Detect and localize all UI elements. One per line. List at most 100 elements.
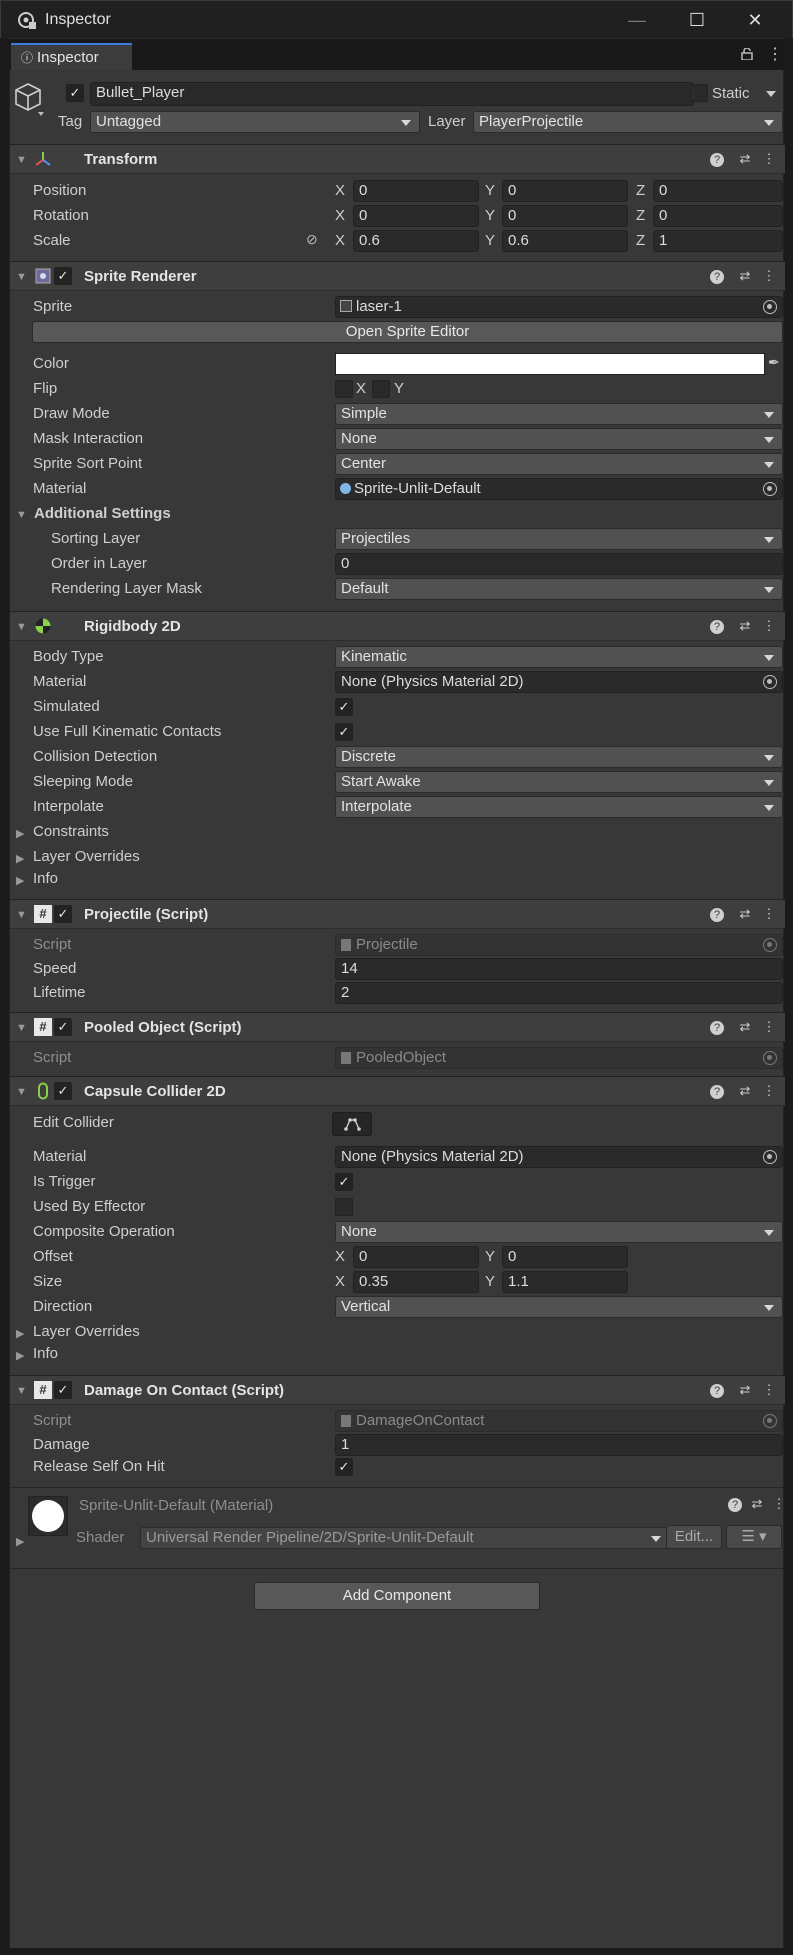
position-z-field[interactable]: 0 bbox=[653, 180, 783, 202]
presets-icon[interactable]: ⇄ bbox=[736, 905, 754, 923]
tag-dropdown[interactable]: Untagged bbox=[90, 111, 420, 133]
foldout-icon[interactable]: ▼ bbox=[16, 509, 27, 521]
static-dropdown-icon[interactable] bbox=[766, 91, 776, 97]
info-label[interactable]: Info bbox=[33, 1345, 58, 1362]
collision-detection-dropdown[interactable]: Discrete bbox=[335, 746, 783, 768]
presets-icon[interactable]: ⇄ bbox=[736, 1381, 754, 1399]
help-icon[interactable]: ? bbox=[710, 270, 724, 284]
foldout-icon[interactable]: ▼ bbox=[16, 154, 27, 166]
edit-collider-button[interactable] bbox=[332, 1112, 372, 1136]
foldout-collapsed-icon[interactable]: ▶ bbox=[16, 874, 24, 887]
layer-overrides-label[interactable]: Layer Overrides bbox=[33, 1323, 140, 1340]
object-picker-icon[interactable] bbox=[763, 1150, 777, 1164]
pooled-object-enabled-checkbox[interactable]: ✓ bbox=[54, 1018, 72, 1036]
maximize-icon[interactable]: ☐ bbox=[679, 7, 715, 33]
sprite-field[interactable]: laser-1 bbox=[335, 296, 783, 318]
color-swatch[interactable] bbox=[335, 353, 765, 375]
projectile-enabled-checkbox[interactable]: ✓ bbox=[54, 905, 72, 923]
scale-x-field[interactable]: 0.6 bbox=[353, 230, 479, 252]
speed-field[interactable]: 14 bbox=[335, 958, 783, 980]
foldout-icon[interactable]: ▼ bbox=[16, 1022, 27, 1034]
shader-options-button[interactable]: ☰ ▾ bbox=[726, 1525, 782, 1549]
object-picker-icon[interactable] bbox=[763, 300, 777, 314]
scale-y-field[interactable]: 0.6 bbox=[502, 230, 628, 252]
layer-overrides-label[interactable]: Layer Overrides bbox=[33, 848, 140, 865]
direction-dropdown[interactable]: Vertical bbox=[335, 1296, 783, 1318]
damage-field[interactable]: 1 bbox=[335, 1434, 783, 1456]
eyedropper-icon[interactable]: ✒ bbox=[768, 354, 780, 371]
scale-z-field[interactable]: 1 bbox=[653, 230, 783, 252]
projectile-header[interactable]: ▼ # ✓ Projectile (Script) ? ⇄ ⋮ bbox=[10, 899, 785, 929]
open-sprite-editor-button[interactable]: Open Sprite Editor bbox=[32, 321, 783, 343]
object-active-checkbox[interactable]: ✓ bbox=[66, 84, 84, 102]
help-icon[interactable]: ? bbox=[710, 1085, 724, 1099]
flip-x-checkbox[interactable] bbox=[335, 380, 353, 398]
tab-inspector[interactable]: ⓘ Inspector bbox=[11, 43, 132, 71]
used-by-effector-checkbox[interactable] bbox=[335, 1198, 353, 1216]
foldout-collapsed-icon[interactable]: ▶ bbox=[16, 1327, 24, 1340]
flip-y-checkbox[interactable] bbox=[372, 380, 390, 398]
presets-icon[interactable]: ⇄ bbox=[736, 150, 754, 168]
rotation-y-field[interactable]: 0 bbox=[502, 205, 628, 227]
position-y-field[interactable]: 0 bbox=[502, 180, 628, 202]
object-name-field[interactable]: Bullet_Player bbox=[90, 82, 694, 106]
lifetime-field[interactable]: 2 bbox=[335, 982, 783, 1004]
foldout-collapsed-icon[interactable]: ▶ bbox=[16, 852, 24, 865]
body-type-dropdown[interactable]: Kinematic bbox=[335, 646, 783, 668]
shader-edit-button[interactable]: Edit... bbox=[666, 1525, 722, 1549]
damage-on-contact-enabled-checkbox[interactable]: ✓ bbox=[54, 1381, 72, 1399]
component-menu-icon[interactable]: ⋮ bbox=[760, 150, 778, 168]
help-icon[interactable]: ? bbox=[710, 908, 724, 922]
sorting-layer-dropdown[interactable]: Projectiles bbox=[335, 528, 783, 550]
foldout-icon[interactable]: ▼ bbox=[16, 1385, 27, 1397]
foldout-icon[interactable]: ▼ bbox=[16, 621, 27, 633]
is-trigger-checkbox[interactable]: ✓ bbox=[335, 1173, 353, 1191]
tab-menu-icon[interactable]: ⋮ bbox=[767, 44, 783, 64]
constraints-label[interactable]: Constraints bbox=[33, 823, 109, 840]
component-menu-icon[interactable]: ⋮ bbox=[770, 1495, 788, 1513]
help-icon[interactable]: ? bbox=[710, 620, 724, 634]
sleeping-mode-dropdown[interactable]: Start Awake bbox=[335, 771, 783, 793]
static-checkbox[interactable] bbox=[690, 84, 708, 102]
presets-icon[interactable]: ⇄ bbox=[736, 267, 754, 285]
rigidbody2d-header[interactable]: ▼ Rigidbody 2D ? ⇄ ⋮ bbox=[10, 611, 785, 641]
position-x-field[interactable]: 0 bbox=[353, 180, 479, 202]
foldout-icon[interactable]: ▼ bbox=[16, 1086, 27, 1098]
object-picker-icon[interactable] bbox=[763, 482, 777, 496]
offset-y-field[interactable]: 0 bbox=[502, 1246, 628, 1268]
component-menu-icon[interactable]: ⋮ bbox=[760, 1082, 778, 1100]
component-menu-icon[interactable]: ⋮ bbox=[760, 267, 778, 285]
pooled-object-header[interactable]: ▼ # ✓ Pooled Object (Script) ? ⇄ ⋮ bbox=[10, 1012, 785, 1042]
object-picker-icon[interactable] bbox=[763, 675, 777, 689]
size-x-field[interactable]: 0.35 bbox=[353, 1271, 479, 1293]
mask-interaction-dropdown[interactable]: None bbox=[335, 428, 783, 450]
help-icon[interactable]: ? bbox=[728, 1498, 742, 1512]
foldout-icon[interactable]: ▼ bbox=[16, 909, 27, 921]
minimize-icon[interactable]: — bbox=[619, 7, 655, 33]
simulated-checkbox[interactable]: ✓ bbox=[335, 698, 353, 716]
info-label[interactable]: Info bbox=[33, 870, 58, 887]
close-icon[interactable]: ✕ bbox=[737, 7, 773, 33]
presets-icon[interactable]: ⇄ bbox=[748, 1495, 766, 1513]
additional-settings-label[interactable]: Additional Settings bbox=[34, 505, 171, 522]
component-menu-icon[interactable]: ⋮ bbox=[760, 1381, 778, 1399]
capsule-collider-enabled-checkbox[interactable]: ✓ bbox=[54, 1082, 72, 1100]
full-kinematic-contacts-checkbox[interactable]: ✓ bbox=[335, 723, 353, 741]
size-y-field[interactable]: 1.1 bbox=[502, 1271, 628, 1293]
foldout-collapsed-icon[interactable]: ▶ bbox=[16, 1535, 24, 1548]
offset-x-field[interactable]: 0 bbox=[353, 1246, 479, 1268]
help-icon[interactable]: ? bbox=[710, 1021, 724, 1035]
rendering-layer-mask-dropdown[interactable]: Default bbox=[335, 578, 783, 600]
component-menu-icon[interactable]: ⋮ bbox=[760, 905, 778, 923]
presets-icon[interactable]: ⇄ bbox=[736, 617, 754, 635]
foldout-collapsed-icon[interactable]: ▶ bbox=[16, 827, 24, 840]
constrain-proportions-icon[interactable]: ⊘ bbox=[306, 231, 318, 248]
rb-material-field[interactable]: None (Physics Material 2D) bbox=[335, 671, 783, 693]
layer-dropdown[interactable]: PlayerProjectile bbox=[473, 111, 783, 133]
capsule-collider-header[interactable]: ▼ ✓ Capsule Collider 2D ? ⇄ ⋮ bbox=[10, 1076, 785, 1106]
rotation-x-field[interactable]: 0 bbox=[353, 205, 479, 227]
foldout-collapsed-icon[interactable]: ▶ bbox=[16, 1349, 24, 1362]
presets-icon[interactable]: ⇄ bbox=[736, 1082, 754, 1100]
shader-dropdown[interactable]: Universal Render Pipeline/2D/Sprite-Unli… bbox=[140, 1527, 670, 1549]
component-menu-icon[interactable]: ⋮ bbox=[760, 1018, 778, 1036]
